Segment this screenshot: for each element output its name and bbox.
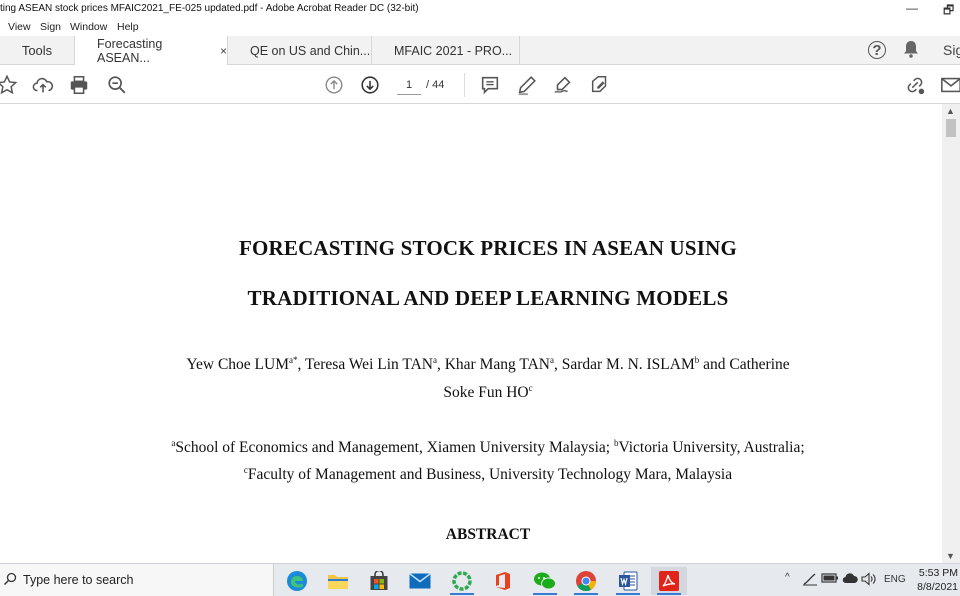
affiliation-text: Faculty of Management and Business, Univ… xyxy=(247,466,733,483)
share-link-icon[interactable] xyxy=(904,74,926,96)
affiliation-text: Victoria University, Australia; xyxy=(618,439,805,456)
help-icon[interactable]: ? xyxy=(868,41,886,59)
author-name: Yew Choe LUM xyxy=(186,356,289,373)
author-affiliation-mark: a* xyxy=(289,354,298,365)
clock-date: 8/8/2021 xyxy=(917,581,958,593)
comment-icon[interactable] xyxy=(479,74,501,96)
word-icon[interactable] xyxy=(610,567,646,595)
bell-icon[interactable] xyxy=(903,40,919,62)
onedrive-cloud-icon[interactable] xyxy=(842,572,858,587)
window-titlebar: ting ASEAN stock prices MFAIC2021_FE-025… xyxy=(0,0,960,19)
menu-bar: View Sign Window Help xyxy=(0,19,960,36)
window-title: ting ASEAN stock prices MFAIC2021_FE-025… xyxy=(0,3,419,14)
menu-sign[interactable]: Sign xyxy=(40,21,61,33)
menu-help[interactable]: Help xyxy=(117,21,139,33)
windows-taskbar: Type here to search ^ ENG 5:53 PM 8/8/20… xyxy=(0,563,960,596)
paper-authors-line-2: Soke Fun HOc xyxy=(0,382,942,402)
email-icon[interactable] xyxy=(940,74,960,96)
clock-time: 5:53 PM xyxy=(918,567,958,579)
star-icon[interactable] xyxy=(0,74,18,96)
author-name: Soke Fun HO xyxy=(443,384,529,401)
author-separator: , xyxy=(297,356,305,373)
highlight-pen-icon[interactable] xyxy=(516,74,538,96)
page-total: / 44 xyxy=(426,79,445,91)
document-view[interactable]: FORECASTING STOCK PRICES IN ASEAN USING … xyxy=(0,104,942,563)
green-ring-app-icon[interactable] xyxy=(444,567,480,595)
sign-in-link[interactable]: Sig xyxy=(943,42,960,58)
vertical-scrollbar[interactable]: ▲ ▼ xyxy=(942,104,960,563)
scrollbar-thumb[interactable] xyxy=(946,119,956,137)
toolbar-divider xyxy=(464,73,465,97)
tab-forecasting-asean[interactable]: Forecasting ASEAN... × xyxy=(74,36,228,66)
author-name: Khar Mang TAN xyxy=(444,356,550,373)
edge-app-icon[interactable] xyxy=(279,567,315,595)
battery-icon[interactable] xyxy=(821,572,839,587)
zoom-out-icon[interactable] xyxy=(106,74,128,96)
acrobat-reader-icon[interactable] xyxy=(651,567,687,595)
author-affiliation-mark: c xyxy=(528,382,533,393)
page-number-input[interactable]: 1 xyxy=(397,75,421,95)
tab-tools[interactable]: Tools xyxy=(0,36,74,65)
next-page-icon[interactable] xyxy=(359,74,381,96)
language-indicator[interactable]: ENG xyxy=(884,574,906,585)
paper-title-line-2: TRADITIONAL AND DEEP LEARNING MODELS xyxy=(247,286,729,310)
print-icon[interactable] xyxy=(68,74,90,96)
scroll-down-arrow-icon[interactable]: ▼ xyxy=(946,551,955,561)
volume-icon[interactable] xyxy=(861,572,877,589)
tab-qe-on-us[interactable]: QE on US and Chin... xyxy=(228,36,372,65)
microsoft-store-icon[interactable] xyxy=(361,567,397,595)
tab-tools-label: Tools xyxy=(21,43,53,58)
search-placeholder: Type here to search xyxy=(23,573,134,587)
author-name: Sardar M. N. ISLAM xyxy=(561,356,695,373)
search-icon xyxy=(3,572,17,589)
affiliation-text: School of Economics and Management, Xiam… xyxy=(175,439,614,456)
tab-label: QE on US and Chin... xyxy=(250,43,371,58)
abstract-heading: ABSTRACT xyxy=(445,526,531,543)
previous-page-icon[interactable] xyxy=(323,74,345,96)
chrome-icon[interactable] xyxy=(568,567,604,595)
tab-mfaic-2021[interactable]: MFAIC 2021 - PRO... xyxy=(372,36,520,65)
author-separator: , xyxy=(436,356,445,373)
author-separator: and Catherine xyxy=(699,356,790,373)
tray-overflow-chevron-icon[interactable]: ^ xyxy=(785,572,790,583)
sign-pen-icon[interactable] xyxy=(552,74,574,96)
paper-authors-line-1: Yew Choe LUMa*, Teresa Wei Lin TANa, Kha… xyxy=(0,354,942,374)
tab-bar: Tools Forecasting ASEAN... × QE on US an… xyxy=(0,36,960,66)
system-clock[interactable]: 5:53 PM 8/8/2021 xyxy=(917,566,958,594)
taskbar-search-box[interactable]: Type here to search xyxy=(0,564,274,596)
author-name: Teresa Wei Lin TAN xyxy=(304,356,433,373)
tab-label: MFAIC 2021 - PRO... xyxy=(394,43,513,58)
toolbar: 1 / 44 xyxy=(0,65,960,104)
wechat-icon[interactable] xyxy=(527,567,563,595)
affiliation-line-1: aSchool of Economics and Management, Xia… xyxy=(0,438,942,457)
office-icon[interactable] xyxy=(485,567,521,595)
minimize-button[interactable]: — xyxy=(906,1,918,15)
scroll-up-arrow-icon[interactable]: ▲ xyxy=(946,106,955,116)
cloud-upload-icon[interactable] xyxy=(32,74,54,96)
affiliation-line-2: cFaculty of Management and Business, Uni… xyxy=(0,465,942,484)
author-separator: , xyxy=(553,356,562,373)
paper-title-line-1: FORECASTING STOCK PRICES IN ASEAN USING xyxy=(238,236,738,260)
fill-sign-icon[interactable] xyxy=(589,74,611,96)
tab-label: Forecasting ASEAN... xyxy=(97,37,163,65)
menu-window[interactable]: Window xyxy=(70,21,107,33)
file-explorer-icon[interactable] xyxy=(320,567,356,595)
pen-workspace-icon[interactable] xyxy=(802,572,818,589)
tab-close-icon[interactable]: × xyxy=(220,44,227,58)
mail-icon[interactable] xyxy=(402,567,438,595)
menu-view[interactable]: View xyxy=(8,21,31,33)
